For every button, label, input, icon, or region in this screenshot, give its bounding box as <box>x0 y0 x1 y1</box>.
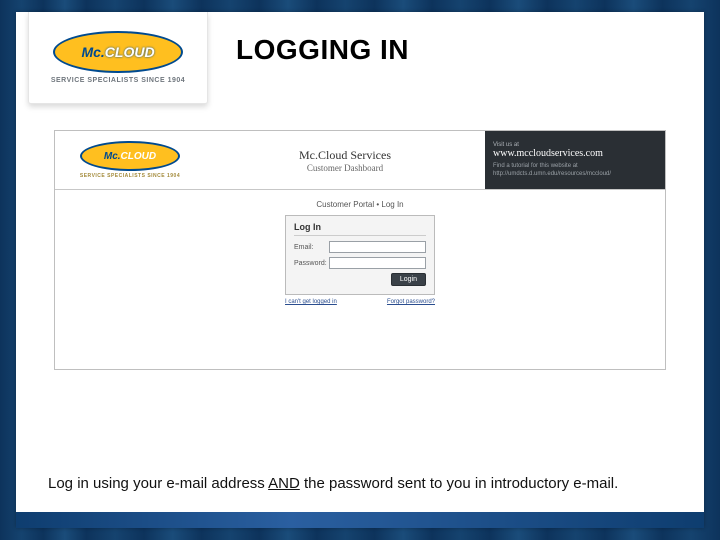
logo-tab: Mc.CLOUD SERVICE SPECIALISTS SINCE 1904 <box>28 12 208 104</box>
email-label: Email: <box>294 244 329 251</box>
login-title: Log In <box>294 222 426 236</box>
help-link[interactable]: I can't get logged in <box>285 299 337 305</box>
login-help-links: I can't get logged in Forgot password? <box>285 299 435 305</box>
slide-caption: Log in using your e-mail address AND the… <box>48 475 672 492</box>
login-box: Log In Email: Password: Login <box>285 215 435 295</box>
page-title: LOGGING IN <box>236 34 409 66</box>
embedded-screenshot: Mc.CLOUD SERVICE SPECIALISTS SINCE 1904 … <box>54 130 666 370</box>
logo-tagline: SERVICE SPECIALISTS SINCE 1904 <box>51 77 185 84</box>
breadcrumb: Customer Portal • Log In <box>55 200 665 209</box>
password-label: Password: <box>294 260 329 267</box>
forgot-password-link[interactable]: Forgot password? <box>387 299 435 305</box>
screenshot-body: Customer Portal • Log In Log In Email: P… <box>55 200 665 379</box>
screenshot-title: Mc.Cloud Services Customer Dashboard <box>205 131 485 189</box>
screenshot-title-line1: Mc.Cloud Services <box>299 148 391 163</box>
slide: Mc.CLOUD SERVICE SPECIALISTS SINCE 1904 … <box>16 12 704 528</box>
shot-logo-tagline: SERVICE SPECIALISTS SINCE 1904 <box>80 173 180 179</box>
promo-tutorial-text: Find a tutorial for this website at http… <box>493 163 657 177</box>
logo-cloud: CLOUD <box>105 44 155 60</box>
logo-mc: Mc. <box>81 44 104 60</box>
screenshot-logo: Mc.CLOUD SERVICE SPECIALISTS SINCE 1904 <box>55 131 205 189</box>
promo-panel: Visit us at www.mccloudservices.com Find… <box>485 131 665 189</box>
shot-logo-cloud: CLOUD <box>121 151 157 162</box>
footer-band <box>16 512 704 528</box>
password-field[interactable] <box>329 257 426 269</box>
email-field[interactable] <box>329 241 426 253</box>
divider <box>55 189 665 190</box>
promo-url: www.mccloudservices.com <box>493 148 657 159</box>
login-button[interactable]: Login <box>391 273 426 286</box>
screenshot-title-line2: Customer Dashboard <box>307 163 383 173</box>
shot-logo-mc: Mc. <box>104 151 121 162</box>
caption-pre: Log in using your e-mail address <box>48 475 268 492</box>
screenshot-header: Mc.CLOUD SERVICE SPECIALISTS SINCE 1904 … <box>55 131 665 189</box>
brand-logo: Mc.CLOUD <box>53 31 183 73</box>
caption-post: the password sent to you in introductory… <box>300 475 619 492</box>
caption-and: AND <box>268 475 300 492</box>
